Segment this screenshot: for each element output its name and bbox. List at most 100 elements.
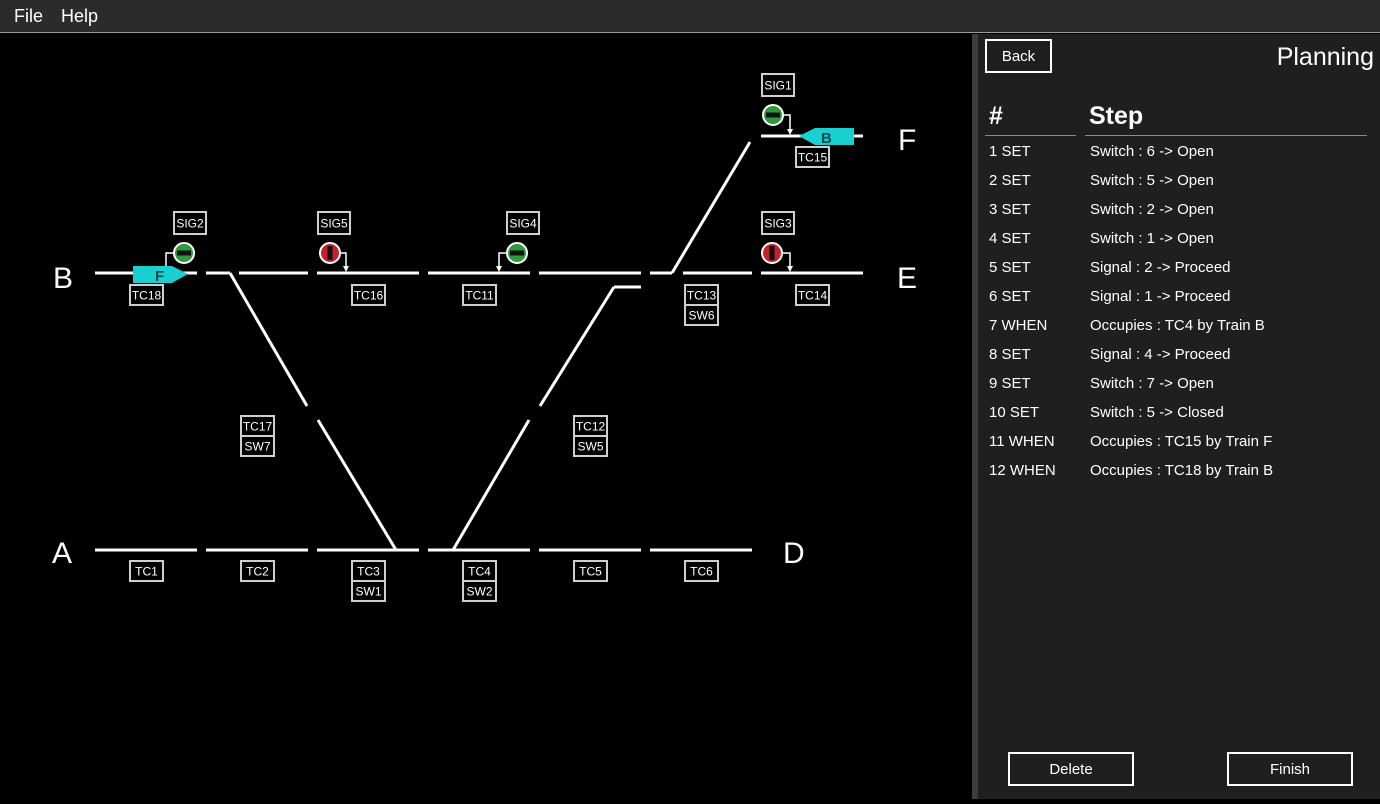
step-number: 2 SET <box>989 172 1031 189</box>
step-text: Occupies : TC15 by Train F <box>1090 433 1273 450</box>
label-text: TC13 <box>687 289 717 303</box>
track-crossover-lower-right[interactable] <box>451 419 531 551</box>
signal-sig1[interactable]: SIG1 <box>761 73 795 135</box>
step-text: Switch : 2 -> Open <box>1090 201 1214 218</box>
step-number: 9 SET <box>989 375 1031 392</box>
track-circuit-label-tc1[interactable]: TC1 <box>129 560 164 582</box>
label-text: TC12 <box>576 420 606 434</box>
step-number: 11 WHEN <box>989 433 1055 450</box>
label-text: TC11 <box>465 289 494 303</box>
track-circuit-label-tc5[interactable]: TC5 <box>573 560 608 582</box>
menu-help[interactable]: Help <box>61 6 98 27</box>
header-divider-step <box>1085 135 1367 136</box>
signal-label: SIG4 <box>509 217 537 231</box>
planning-panel: Back Planning # Step 1 SET Switch : 6 -> … <box>978 34 1380 799</box>
label-text: TC17 <box>243 420 273 434</box>
switch-label-sw1[interactable]: SW1 <box>351 580 386 602</box>
signal-sig4[interactable]: SIG4 <box>496 211 540 272</box>
track-circuit-label-tc17[interactable]: TC17 <box>240 415 275 437</box>
label-text: TC6 <box>690 565 713 579</box>
step-text: Signal : 4 -> Proceed <box>1090 346 1231 363</box>
label-text: SW2 <box>466 585 492 599</box>
track-circuit-label-tc18[interactable]: TC18 <box>129 284 164 306</box>
column-header-number: # <box>989 102 1003 130</box>
label-text: SW7 <box>244 440 270 454</box>
delete-button[interactable]: Delete <box>1008 752 1134 786</box>
endpoint-b-label: B <box>53 262 73 295</box>
step-number: 4 SET <box>989 230 1031 247</box>
track-circuit-label-tc16[interactable]: TC16 <box>351 284 386 306</box>
step-row[interactable]: 12 WHEN Occupies : TC18 by Train B <box>978 458 1380 487</box>
label-text: TC3 <box>357 565 380 579</box>
endpoint-f-label: F <box>898 124 916 157</box>
train-f[interactable]: F <box>133 266 188 285</box>
step-row[interactable]: 8 SET Signal : 4 -> Proceed <box>978 342 1380 371</box>
signal-sig2[interactable]: SIG2 <box>163 211 207 272</box>
step-row[interactable]: 7 WHEN Occupies : TC4 by Train B <box>978 313 1380 342</box>
track-circuit-label-tc13[interactable]: TC13 <box>684 284 719 306</box>
step-number: 5 SET <box>989 259 1031 276</box>
finish-button[interactable]: Finish <box>1227 752 1353 786</box>
step-text: Switch : 7 -> Open <box>1090 375 1214 392</box>
train-b-label: B <box>821 130 832 147</box>
step-number: 12 WHEN <box>989 462 1056 479</box>
label-text: TC5 <box>579 565 602 579</box>
track-crossover-lower-left[interactable] <box>316 419 398 551</box>
step-text: Switch : 6 -> Open <box>1090 143 1214 160</box>
step-number: 7 WHEN <box>989 317 1048 334</box>
label-text: TC2 <box>246 565 269 579</box>
track-circuit-label-tc12[interactable]: TC12 <box>573 415 608 437</box>
switch-label-sw2[interactable]: SW2 <box>462 580 497 602</box>
label-text: TC15 <box>798 151 828 165</box>
signal-label: SIG2 <box>176 217 204 231</box>
switch-label-sw7[interactable]: SW7 <box>240 435 275 457</box>
track-branch-f[interactable] <box>670 141 752 274</box>
train-b[interactable]: B <box>799 128 854 147</box>
train-f-label: F <box>155 268 164 285</box>
column-header-step: Step <box>1089 102 1144 130</box>
label-text: TC4 <box>468 565 491 579</box>
track-circuit-label-tc3[interactable]: TC3 <box>351 560 386 582</box>
step-row[interactable]: 1 SET Switch : 6 -> Open <box>978 139 1380 168</box>
track-circuit-label-tc6[interactable]: TC6 <box>684 560 719 582</box>
step-text: Signal : 2 -> Proceed <box>1090 259 1231 276</box>
step-row[interactable]: 9 SET Switch : 7 -> Open <box>978 371 1380 400</box>
switch-label-sw6[interactable]: SW6 <box>684 304 719 326</box>
signal-label: SIG3 <box>764 217 792 231</box>
step-text: Switch : 1 -> Open <box>1090 230 1214 247</box>
step-number: 10 SET <box>989 404 1040 421</box>
endpoint-d-label: D <box>783 537 805 570</box>
track-circuit-label-tc11[interactable]: TC11 <box>462 284 497 306</box>
label-text: SW1 <box>355 585 381 599</box>
track-crossover-upper-left[interactable] <box>228 272 309 407</box>
step-number: 6 SET <box>989 288 1031 305</box>
track-crossover-upper-right[interactable] <box>538 286 616 407</box>
menu-bar: File Help <box>0 0 1380 33</box>
step-number: 8 SET <box>989 346 1031 363</box>
step-text: Occupies : TC18 by Train B <box>1090 462 1274 479</box>
track-diagram: A B D E F TC1 TC2 TC3 SW1 TC4 SW2 TC5 TC6 TC18 TC… <box>0 34 972 799</box>
step-row[interactable]: 6 SET Signal : 1 -> Proceed <box>978 284 1380 313</box>
signal-sig5[interactable]: SIG5 <box>317 211 351 272</box>
step-row[interactable]: 2 SET Switch : 5 -> Open <box>978 168 1380 197</box>
label-text: TC18 <box>132 289 162 303</box>
track-circuit-label-tc14[interactable]: TC14 <box>795 284 830 306</box>
panel-title: Planning <box>1276 43 1374 71</box>
label-text: SW5 <box>577 440 603 454</box>
step-row[interactable]: 10 SET Switch : 5 -> Closed <box>978 400 1380 429</box>
signal-sig3[interactable]: SIG3 <box>761 211 795 272</box>
step-row[interactable]: 11 WHEN Occupies : TC15 by Train F <box>978 429 1380 458</box>
track-circuit-label-tc2[interactable]: TC2 <box>240 560 275 582</box>
step-row[interactable]: 3 SET Switch : 2 -> Open <box>978 197 1380 226</box>
menu-file[interactable]: File <box>14 6 43 27</box>
switch-label-sw5[interactable]: SW5 <box>573 435 608 457</box>
label-text: TC14 <box>798 289 828 303</box>
signal-label: SIG1 <box>764 79 792 93</box>
track-circuit-label-tc15[interactable]: TC15 <box>795 146 830 168</box>
step-number: 1 SET <box>989 143 1031 160</box>
step-row[interactable]: 5 SET Signal : 2 -> Proceed <box>978 255 1380 284</box>
step-row[interactable]: 4 SET Switch : 1 -> Open <box>978 226 1380 255</box>
back-button[interactable]: Back <box>985 39 1052 73</box>
track-circuit-label-tc4[interactable]: TC4 <box>462 560 497 582</box>
step-text: Signal : 1 -> Proceed <box>1090 288 1231 305</box>
